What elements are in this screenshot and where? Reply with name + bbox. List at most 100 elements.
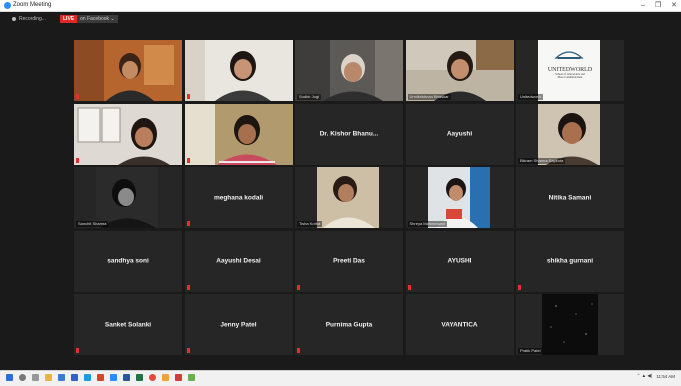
live-badge: LIVE (60, 15, 78, 23)
clock[interactable]: 11:54 AM (656, 374, 675, 379)
participant-video (74, 40, 182, 101)
gallery-view: Sudhir Jogi Unnikrishnan Bhaskar UNITEDW… (74, 40, 624, 355)
meeting-status-bar: Recording... LIVE on Facebook ⌄ (0, 12, 681, 26)
powerpoint-icon[interactable] (97, 374, 104, 381)
participant-tile[interactable]: sandhya soni (74, 230, 182, 292)
participant-tile[interactable]: UNITEDWORLD School of Liberal Arts and M… (516, 40, 624, 101)
muted-icon (76, 348, 79, 353)
word-icon[interactable] (123, 374, 130, 381)
store-icon[interactable] (58, 374, 65, 381)
app-icon[interactable] (162, 374, 169, 381)
participant-tile[interactable]: Preeti Das (295, 230, 403, 292)
file-explorer-icon[interactable] (45, 374, 52, 381)
muted-icon (297, 348, 300, 353)
mail-icon[interactable] (71, 374, 78, 381)
app-icon[interactable] (175, 374, 182, 381)
muted-icon (186, 284, 190, 290)
muted-icon (186, 348, 190, 353)
participant-name-label: Pratik Patel (518, 348, 543, 354)
participant-display-name: sandhya soni (107, 257, 149, 265)
app-icon[interactable] (188, 374, 195, 381)
participant-name-label: Sanchit Sharma (76, 221, 109, 227)
recording-label: Recording... (19, 16, 46, 22)
taskbar-apps (6, 374, 195, 381)
recording-indicator[interactable]: Recording... (12, 15, 46, 23)
participant-name-label: Tisha Kotha (297, 221, 323, 227)
participant-tile[interactable]: Aayushi Desai (184, 230, 293, 292)
participant-tile[interactable]: Purnima Gupta (295, 294, 403, 355)
participant-tile[interactable] (74, 40, 182, 101)
participant-tile[interactable]: Jenny Patel (184, 294, 293, 355)
windows-start-icon[interactable] (6, 374, 13, 381)
participant-video (74, 167, 182, 228)
participant-tile[interactable]: Shreya Maheshwari (405, 167, 514, 228)
participant-tile[interactable]: Sudhir Jogi (295, 40, 403, 101)
participant-display-name: Aayushi (446, 130, 473, 138)
chrome-icon[interactable] (149, 374, 156, 381)
minimize-icon[interactable]: – (641, 0, 645, 11)
participant-name-label: Unnikrishnan Bhaskar (407, 94, 451, 100)
participant-tile[interactable] (184, 103, 293, 165)
muted-icon (186, 94, 190, 99)
edge-icon[interactable] (84, 374, 91, 381)
participant-tile[interactable]: Dr. Kishor Bhanu... (295, 103, 403, 165)
participant-video (405, 40, 514, 101)
task-view-icon[interactable] (32, 374, 39, 381)
zoom-taskbar-icon[interactable] (110, 374, 117, 381)
system-tray: ⌃ ▲ ◀) 11:54 AM (637, 373, 675, 379)
logo-tagline: School of Liberal Arts and Mass Communic… (555, 72, 585, 79)
muted-icon (518, 284, 521, 290)
participant-display-name: Dr. Kishor Bhanu... (319, 130, 379, 138)
participant-tile[interactable]: shikha gurnani (516, 230, 624, 292)
participant-display-name: AYUSHI (447, 257, 472, 265)
participant-display-name: VAYANTICA (441, 321, 478, 328)
participant-tile[interactable]: Sanchit Sharma (74, 167, 182, 228)
window-title: Zoom Meeting (13, 2, 52, 8)
participant-tile[interactable]: Tisha Kotha (295, 167, 403, 228)
participant-video (516, 103, 624, 165)
os-taskbar: ⌃ ▲ ◀) 11:54 AM (0, 370, 681, 386)
participant-video (74, 103, 182, 165)
participant-video (184, 103, 293, 165)
participant-tile[interactable]: meghana kodali (184, 167, 293, 228)
participant-tile[interactable]: AYUSHI (405, 230, 514, 292)
participant-tile[interactable]: Nitika Samani (516, 167, 624, 228)
zoom-logo-icon (4, 2, 11, 9)
search-icon[interactable] (19, 374, 26, 381)
close-icon[interactable]: ✕ (671, 0, 677, 11)
muted-icon (76, 94, 79, 99)
participant-display-name: meghana kodali (213, 194, 264, 201)
title-bar: Zoom Meeting – ❐ ✕ (0, 0, 681, 12)
muted-icon (297, 284, 300, 290)
muted-icon (186, 157, 190, 163)
maximize-icon[interactable]: ❐ (655, 0, 661, 11)
participant-name-label: Unitedworld (518, 94, 544, 100)
muted-icon (407, 284, 411, 290)
participant-tile[interactable] (74, 103, 182, 165)
participant-tile[interactable]: Sanket Solanki (74, 294, 182, 355)
excel-icon[interactable] (136, 374, 143, 381)
live-stream-indicator[interactable]: LIVE on Facebook ⌄ (60, 15, 118, 23)
participant-tile[interactable]: VAYANTICA (405, 294, 514, 355)
participant-tile[interactable]: Aayushi (405, 103, 514, 165)
participant-video (516, 294, 624, 355)
muted-icon (76, 157, 79, 163)
recording-dot-icon (12, 17, 16, 21)
participant-video (184, 40, 293, 101)
participant-display-name: Purnima Gupta (325, 321, 373, 328)
participant-display-name: Aayushi Desai (216, 257, 261, 265)
participant-display-name: Preeti Das (333, 257, 365, 265)
participant-tile[interactable]: Bikram Sharma Sapkota (516, 103, 624, 165)
participant-video (405, 167, 514, 228)
participant-tile[interactable]: Pratik Patel (516, 294, 624, 355)
live-destination[interactable]: on Facebook ⌄ (77, 15, 118, 23)
participant-tile-active-speaker[interactable] (184, 40, 293, 101)
tray-icons[interactable]: ⌃ ▲ ◀) (637, 373, 653, 379)
participant-display-name: shikha gurnani (546, 257, 594, 265)
participant-tile[interactable]: Unnikrishnan Bhaskar (405, 40, 514, 101)
muted-icon (186, 221, 190, 226)
participant-video (295, 40, 403, 101)
window-controls: – ❐ ✕ (641, 0, 677, 11)
participant-display-name: Sanket Solanki (104, 321, 152, 328)
participant-name-label: Sudhir Jogi (297, 94, 322, 100)
